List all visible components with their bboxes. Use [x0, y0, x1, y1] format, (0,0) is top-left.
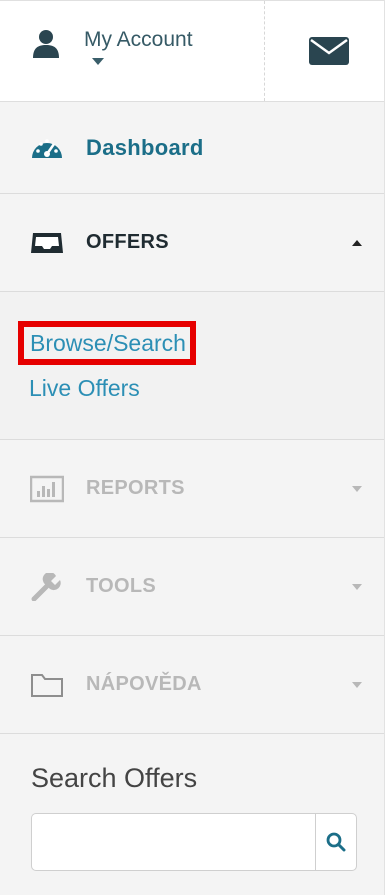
chevron-down-icon [352, 583, 362, 590]
account-label: My Account [84, 28, 193, 51]
nav-label-help: NÁPOVĚDA [86, 673, 202, 695]
nav-item-reports[interactable]: REPORTS [0, 440, 384, 538]
folder-icon [30, 671, 64, 699]
dashboard-gauge-icon [30, 134, 64, 162]
offers-submenu: Browse/Search Live Offers [0, 292, 384, 440]
nav-item-tools[interactable]: TOOLS [0, 538, 384, 636]
nav-label-dashboard: Dashboard [86, 134, 204, 160]
user-icon [32, 29, 60, 59]
nav-item-help[interactable]: NÁPOVĚDA [0, 636, 384, 734]
chevron-up-icon [352, 239, 362, 246]
search-button[interactable] [315, 813, 357, 871]
my-account-dropdown[interactable]: My Account [0, 1, 265, 101]
search-offers-panel: Search Offers [0, 734, 384, 871]
chevron-down-icon [352, 681, 362, 688]
chevron-down-icon [92, 58, 104, 65]
sidebar: My Account Dashboard OFFERS Browse/Searc… [0, 0, 385, 895]
chevron-down-icon [352, 485, 362, 492]
submenu-item-live-offers[interactable]: Live Offers [29, 377, 140, 400]
sidebar-header: My Account [0, 0, 384, 102]
messages-button[interactable] [265, 1, 384, 101]
search-offers-input[interactable] [31, 813, 315, 871]
inbox-tray-icon [30, 229, 64, 257]
nav-item-dashboard[interactable]: Dashboard [0, 102, 384, 194]
account-text: My Account [84, 29, 193, 65]
search-icon [326, 832, 346, 852]
nav-label-reports: REPORTS [86, 477, 185, 499]
submenu-item-browse-search[interactable]: Browse/Search [18, 321, 196, 365]
bar-chart-icon [30, 475, 64, 503]
nav-label-offers: OFFERS [86, 231, 169, 253]
wrench-icon [30, 572, 64, 601]
envelope-icon [308, 37, 349, 65]
nav-label-tools: TOOLS [86, 575, 157, 597]
nav-item-offers[interactable]: OFFERS [0, 194, 384, 292]
search-offers-title: Search Offers [31, 763, 198, 793]
search-row [31, 813, 357, 871]
